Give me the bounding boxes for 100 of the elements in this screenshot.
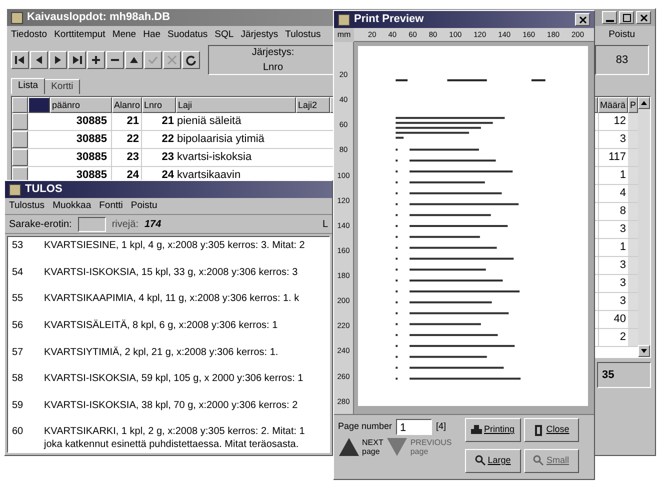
column-header[interactable]: P	[628, 97, 638, 113]
close-icon	[640, 14, 648, 22]
window-title: TULOS	[25, 182, 62, 198]
close-button[interactable]: Close	[524, 418, 579, 442]
checkmark-icon	[147, 54, 159, 66]
scrollbar[interactable]	[638, 97, 650, 357]
table-cell-text: 21	[160, 114, 175, 129]
toolbar-button[interactable]	[106, 51, 124, 69]
menu-item[interactable]: Tulostus	[9, 198, 45, 214]
table-cell	[628, 131, 638, 148]
menu-item[interactable]: Tulostus	[285, 28, 321, 42]
app-icon	[11, 12, 23, 24]
printer-icon	[470, 424, 482, 436]
column-header[interactable]: Alanro	[112, 97, 142, 113]
table-cell	[628, 311, 638, 328]
table-cell: 30885	[50, 149, 112, 166]
close-button[interactable]	[575, 13, 590, 26]
column-header[interactable]: Lnro	[142, 97, 176, 113]
scroll-up-button[interactable]	[638, 97, 650, 109]
table-cell	[628, 203, 638, 220]
table-cell: 30885	[50, 131, 112, 148]
scroll-down-button[interactable]	[638, 345, 650, 357]
table-cell	[628, 167, 638, 184]
toolbar-button[interactable]	[30, 51, 48, 69]
window-title: Print Preview	[354, 12, 424, 28]
tab[interactable]: Kortti	[45, 79, 80, 94]
close-icon	[578, 16, 586, 24]
result-line: KVARTSI-ISKOKSIA, 59 kpl, 105 g, x 2000 y:306 kerros: 1	[44, 372, 304, 386]
last-record-icon	[71, 54, 83, 66]
first-record-icon	[14, 54, 26, 66]
toolbar-button[interactable]	[68, 51, 86, 69]
toolbar-button[interactable]	[144, 51, 162, 69]
toolbar-button[interactable]	[49, 51, 67, 69]
sort-value: Lnro	[262, 61, 283, 75]
table-cell	[628, 149, 638, 166]
door-icon	[533, 424, 544, 436]
table-cell	[628, 257, 638, 274]
table-cell	[628, 293, 638, 310]
menu-item[interactable]: Korttitemput	[54, 28, 106, 42]
row-selector[interactable]	[12, 131, 28, 148]
toolbar-button[interactable]	[125, 51, 143, 69]
menu-item[interactable]: Muokkaa	[52, 198, 92, 214]
table-cell: 21	[112, 113, 142, 130]
up-arrow-icon	[641, 101, 647, 105]
menu-item[interactable]: Mene	[112, 28, 136, 42]
large-button[interactable]: Large	[465, 448, 520, 472]
menu-item[interactable]: Suodatus	[168, 28, 208, 42]
menu-item[interactable]: Järjestys	[240, 28, 278, 42]
text-area[interactable]	[7, 236, 330, 453]
page-number-label: Page number	[338, 420, 392, 434]
table-cell: 22	[112, 131, 142, 148]
tab[interactable]: Lista	[11, 78, 46, 94]
menu-item[interactable]: Tiedosto	[11, 28, 48, 42]
minimize-icon	[606, 20, 614, 22]
toolbar-button[interactable]	[87, 51, 105, 69]
column-header[interactable]: Laji	[176, 97, 296, 113]
menu-item[interactable]: Poistu	[130, 198, 158, 214]
maximize-button[interactable]	[619, 11, 634, 24]
line-number: 59	[11, 398, 24, 413]
table-cell	[628, 275, 638, 292]
table-cell	[628, 185, 638, 202]
toolbar-button[interactable]	[11, 51, 29, 69]
plus-icon	[90, 54, 102, 66]
table-cell	[628, 113, 638, 130]
status-value: 35	[597, 362, 651, 388]
menu-item[interactable]: SQL	[214, 28, 234, 42]
table-cell-text: 23	[160, 150, 175, 165]
row-selector[interactable]	[12, 113, 28, 130]
column-header[interactable]: päänro	[50, 97, 112, 113]
next-page-button[interactable]: NEXT page	[338, 437, 384, 457]
result-line: KVARTSIKARKI, 1 kpl, 2 g, x:2008 y:305 kerros: 2. Mitat: 1 joka katkennut esinettä puhdistettaessa. Mitat teräosasta.	[44, 425, 305, 452]
line-number: 58	[11, 372, 24, 386]
table-cell-text: 22	[160, 132, 175, 147]
magnifier-icon	[533, 455, 544, 466]
minimize-button[interactable]	[602, 11, 617, 24]
table-cell: 23	[112, 149, 142, 166]
result-line: KVARTSISÄLEITÄ, 8 kpl, 6 g, x:2008 y:306 kerros: 1	[44, 318, 278, 333]
app-icon	[338, 14, 350, 26]
page-total: [4]	[436, 420, 446, 434]
result-line: KVARTSI-ISKOKSIA, 38 kpl, 70 g, x:2000 y:306 kerros: 2	[44, 398, 298, 413]
toolbar-button[interactable]	[163, 51, 181, 69]
print-button[interactable]: Printing	[465, 418, 520, 442]
column-header[interactable]: Laji2	[296, 97, 330, 113]
line-number: 56	[11, 318, 24, 333]
down-triangle-icon	[386, 437, 408, 457]
menu-item[interactable]: Fontti	[99, 198, 123, 214]
toolbar-button[interactable]	[182, 51, 200, 69]
line-number: 54	[11, 266, 24, 280]
menu-item[interactable]: Hae	[143, 28, 161, 42]
refresh-icon	[185, 54, 197, 66]
column-header[interactable]: Määrä	[598, 97, 628, 113]
up-triangle-icon	[338, 437, 360, 457]
table-cell	[628, 329, 638, 346]
maximize-icon	[622, 14, 630, 22]
separator-field[interactable]	[78, 216, 106, 232]
row-selector[interactable]	[12, 149, 28, 166]
menu-item[interactable]: Poistu	[608, 28, 635, 42]
page-number-field[interactable]: 1	[396, 419, 432, 435]
result-line: KVARTSIESINE, 1 kpl, 4 g, x:2008 y:305 kerros: 3. Mitat: 2	[44, 239, 305, 253]
close-button[interactable]	[636, 11, 651, 24]
